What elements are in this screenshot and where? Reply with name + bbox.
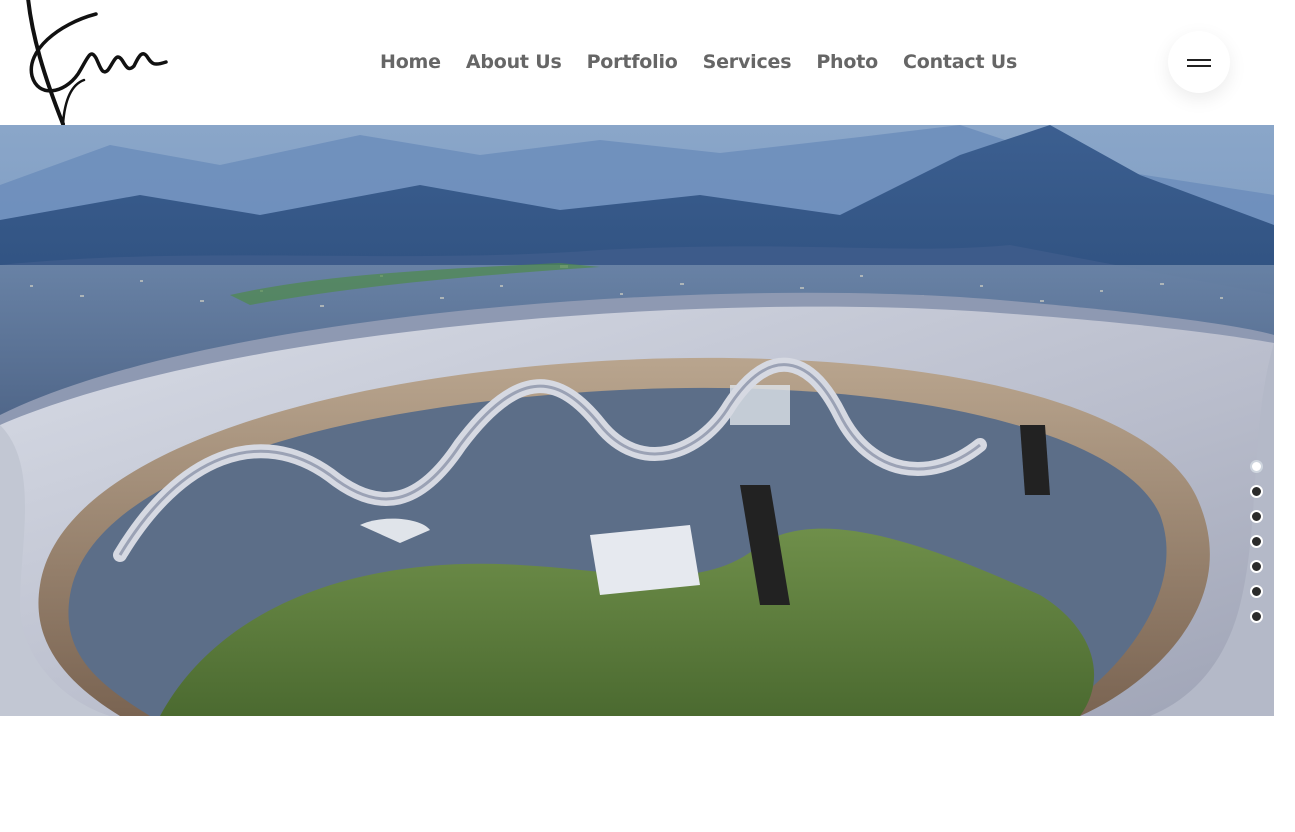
hamburger-menu-icon bbox=[1187, 59, 1211, 61]
nav-about-us[interactable]: About Us bbox=[466, 49, 562, 75]
main-navigation: Home About Us Portfolio Services Photo C… bbox=[380, 49, 1017, 75]
hamburger-menu-button[interactable] bbox=[1168, 31, 1230, 93]
page: Home About Us Portfolio Services Photo C… bbox=[0, 0, 1295, 832]
nav-contact-us[interactable]: Contact Us bbox=[903, 49, 1017, 75]
site-header: Home About Us Portfolio Services Photo C… bbox=[0, 0, 1295, 126]
signature-logo[interactable] bbox=[18, 0, 176, 130]
hero-slider bbox=[0, 125, 1274, 716]
slider-dot-7[interactable] bbox=[1250, 610, 1263, 623]
slider-dot-3[interactable] bbox=[1250, 510, 1263, 523]
slider-dot-5[interactable] bbox=[1250, 560, 1263, 573]
slider-dot-2[interactable] bbox=[1250, 485, 1263, 498]
nav-services[interactable]: Services bbox=[703, 49, 792, 75]
slider-dot-1[interactable] bbox=[1250, 460, 1263, 473]
hamburger-menu-icon-bar bbox=[1187, 65, 1211, 67]
nav-portfolio[interactable]: Portfolio bbox=[587, 49, 678, 75]
slider-dot-4[interactable] bbox=[1250, 535, 1263, 548]
nav-photo[interactable]: Photo bbox=[816, 49, 878, 75]
nav-home[interactable]: Home bbox=[380, 49, 441, 75]
slider-dot-6[interactable] bbox=[1250, 585, 1263, 598]
mountain-observation-ring-photo bbox=[0, 125, 1274, 716]
